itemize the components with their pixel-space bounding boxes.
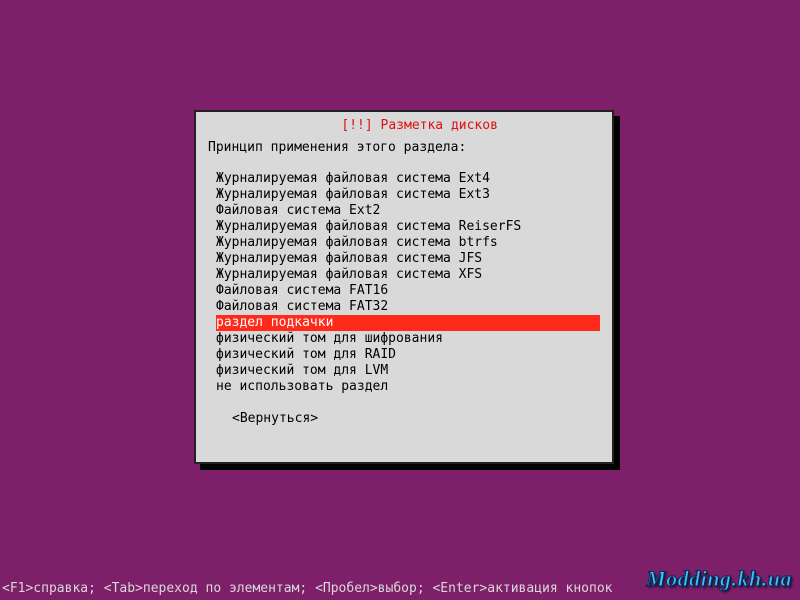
- dialog-title-marker: [!!]: [341, 118, 372, 133]
- watermark: Modding.kh.ua: [646, 566, 792, 592]
- back-button[interactable]: <Вернуться>: [232, 411, 600, 426]
- option-reiserfs[interactable]: Журналируемая файловая система ReiserFS: [216, 219, 600, 235]
- option-do-not-use[interactable]: не использовать раздел: [216, 379, 600, 395]
- dialog-title-text: Разметка дисков: [381, 118, 498, 133]
- option-crypto[interactable]: физический том для шифрования: [216, 331, 600, 347]
- option-list: Журналируемая файловая система Ext4 Журн…: [216, 171, 600, 395]
- option-ext3[interactable]: Журналируемая файловая система Ext3: [216, 187, 600, 203]
- option-ext2[interactable]: Файловая система Ext2: [216, 203, 600, 219]
- option-swap[interactable]: раздел подкачки: [216, 315, 600, 331]
- partition-dialog: [!!] Разметка дисков Принцип применения …: [194, 110, 614, 464]
- option-raid[interactable]: физический том для RAID: [216, 347, 600, 363]
- dialog-title: [!!] Разметка дисков: [196, 103, 612, 148]
- option-xfs[interactable]: Журналируемая файловая система XFS: [216, 267, 600, 283]
- option-ext4[interactable]: Журналируемая файловая система Ext4: [216, 171, 600, 187]
- option-fat16[interactable]: Файловая система FAT16: [216, 283, 600, 299]
- option-fat32[interactable]: Файловая система FAT32: [216, 299, 600, 315]
- option-lvm[interactable]: физический том для LVM: [216, 363, 600, 379]
- option-jfs[interactable]: Журналируемая файловая система JFS: [216, 251, 600, 267]
- option-btrfs[interactable]: Журналируемая файловая система btrfs: [216, 235, 600, 251]
